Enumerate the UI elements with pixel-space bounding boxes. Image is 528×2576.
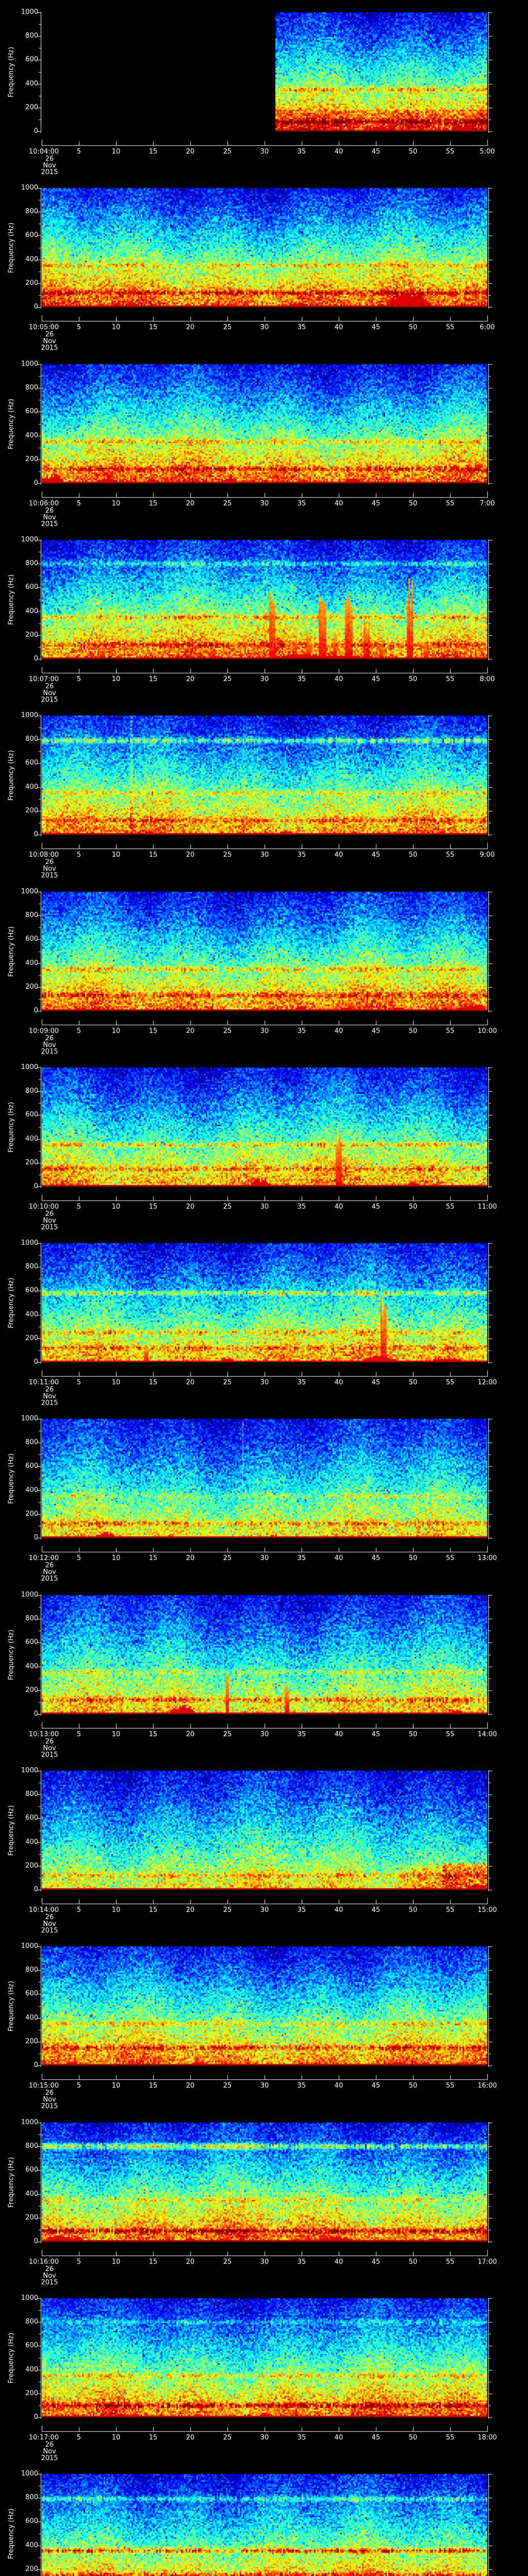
spectrogram-figure: Frequency (Hz) 1000 800 600 400 200 0 10:04:00 5… xyxy=(0,0,528,2576)
spectrogram-canvas xyxy=(0,0,528,2576)
